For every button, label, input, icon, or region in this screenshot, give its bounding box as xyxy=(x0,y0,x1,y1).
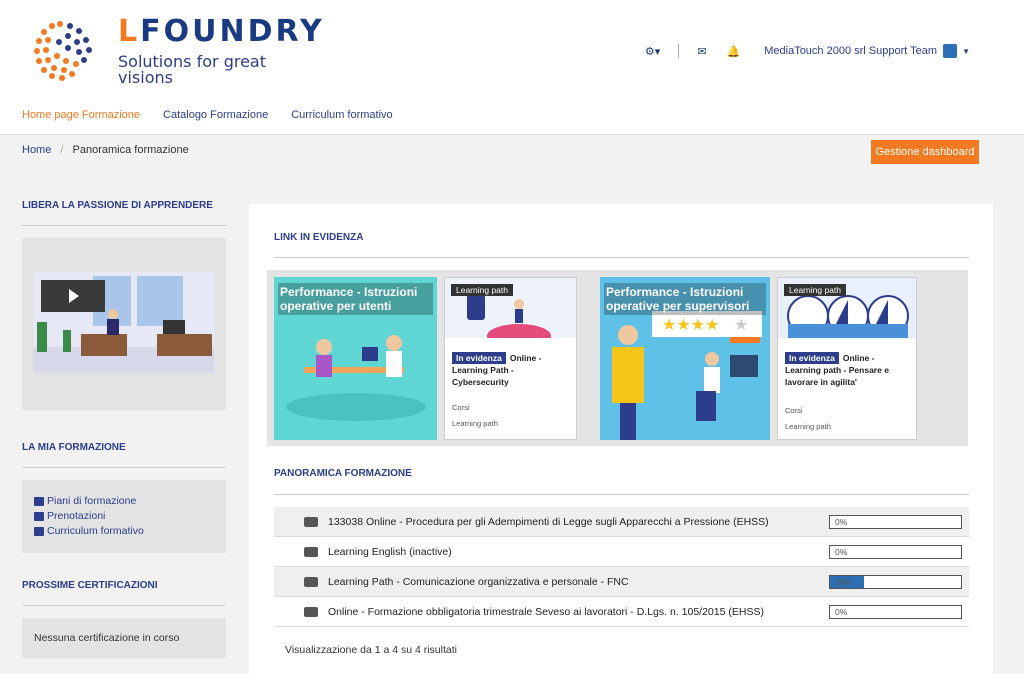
sidebar-item-piani[interactable]: Piani di formazione xyxy=(34,494,214,509)
results-summary: Visualizzazione da 1 a 4 su 4 risultati xyxy=(285,644,457,656)
user-name[interactable]: MediaTouch 2000 srl Support Team xyxy=(764,45,937,57)
course-list: 133038 Online - Procedura per gli Adempi… xyxy=(274,507,969,627)
sidebar-item-label: Piani di formazione xyxy=(47,495,137,507)
progress-bar: 0% xyxy=(829,604,962,619)
table-row[interactable]: 133038 Online - Procedura per gli Adempi… xyxy=(274,507,969,537)
logo-word-rest: FOUNDRY xyxy=(140,14,325,49)
progress-bar: 0% xyxy=(829,514,962,529)
divider xyxy=(274,257,969,258)
nav-catalogo-formazione[interactable]: Catalogo Formazione xyxy=(163,109,268,121)
breadcrumb-home[interactable]: Home xyxy=(22,144,51,156)
envelope-icon[interactable]: ✉ xyxy=(697,45,706,58)
breadcrumb: Home / Panoramica formazione xyxy=(22,144,189,156)
card-title: Performance - Istruzioni operative per s… xyxy=(604,283,766,315)
featured-carousel: Performance - Istruzioni operative per u… xyxy=(267,270,968,446)
progress-label: 0% xyxy=(835,546,848,557)
briefcase-icon xyxy=(34,496,44,506)
nav-home-formazione[interactable]: Home page Formazione xyxy=(22,109,140,121)
featured-card[interactable]: ★★★★ ★ Performance - Istruzioni operativ… xyxy=(600,277,770,440)
sidebar-item-label: Curriculum formativo xyxy=(47,525,144,537)
card-meta-type: Learning path xyxy=(452,419,498,428)
sidebar-item-label: Prenotazioni xyxy=(47,510,106,522)
logo-tagline: Solutions for great visions xyxy=(118,52,266,87)
card-body: In evidenza Online - Learning path - Pens… xyxy=(785,352,910,388)
svg-text:★: ★ xyxy=(734,315,748,334)
highlight-badge: In evidenza xyxy=(452,352,506,364)
calendar-icon xyxy=(34,511,44,521)
gear-icon[interactable]: ⚙▾ xyxy=(645,45,660,58)
overview-section-title: PANORAMICA FORMAZIONE xyxy=(274,468,412,479)
highlight-badge: In evidenza xyxy=(785,352,839,364)
course-name[interactable]: Online - Formazione obbligatoria trimest… xyxy=(328,606,829,618)
progress-bar: 26% xyxy=(829,574,962,589)
bell-icon[interactable]: 🔔 xyxy=(727,45,741,58)
course-name[interactable]: Learning English (inactive) xyxy=(328,546,829,558)
logo-wordmark: LFOUNDRY xyxy=(118,14,325,49)
card-title: Performance - Istruzioni operative per u… xyxy=(278,283,433,315)
links-section-title: LINK IN EVIDENZA xyxy=(274,232,364,243)
breadcrumb-separator: / xyxy=(60,144,64,156)
cube-icon xyxy=(304,516,318,527)
divider xyxy=(274,494,969,495)
main-nav: Home page Formazione Catalogo Formazione… xyxy=(22,109,393,121)
course-name[interactable]: Learning Path - Comunicazione organizzat… xyxy=(328,576,829,588)
main-panel: LINK IN EVIDENZA Performance - Istruzion… xyxy=(249,204,993,674)
course-name[interactable]: 133038 Online - Procedura per gli Adempi… xyxy=(328,516,829,528)
sidebar-heading-passion: LIBERA LA PASSIONE DI APPRENDERE xyxy=(22,200,226,226)
video-block xyxy=(22,238,226,410)
card-meta-type: Learning path xyxy=(785,422,831,431)
logo-icon xyxy=(34,21,92,81)
breadcrumb-current: Panoramica formazione xyxy=(72,144,189,156)
learning-path-tag: Learning path xyxy=(784,284,846,296)
svg-text:★★★★: ★★★★ xyxy=(662,315,719,334)
user-menu: ⚙▾ ✉ 🔔 MediaTouch 2000 srl Support Team … xyxy=(635,42,970,60)
sidebar: LIBERA LA PASSIONE DI APPRENDERE LA MIA … xyxy=(22,200,226,658)
sidebar-heading-certificazioni: PROSSIME CERTIFICAZIONI xyxy=(22,580,226,606)
table-row[interactable]: Learning English (inactive) 0% xyxy=(274,537,969,567)
avatar[interactable] xyxy=(943,44,958,58)
video-thumbnail[interactable] xyxy=(33,272,214,373)
certifications-empty: Nessuna certificazione in corso xyxy=(22,618,226,658)
briefcase-icon xyxy=(34,526,44,536)
header: LFOUNDRY Solutions for great visions ⚙▾ … xyxy=(0,0,1024,135)
cube-icon xyxy=(304,606,318,617)
featured-card[interactable]: Performance - Istruzioni operative per u… xyxy=(274,277,437,440)
formazione-links: Piani di formazione Prenotazioni Curricu… xyxy=(22,480,226,553)
chevron-down-icon[interactable]: ▼ xyxy=(962,47,970,56)
progress-label: 0% xyxy=(835,606,848,617)
sidebar-item-curriculum[interactable]: Curriculum formativo xyxy=(34,524,214,539)
card-meta-category: Corsi xyxy=(452,403,470,412)
divider xyxy=(678,44,680,58)
progress-label: 0% xyxy=(835,516,848,527)
play-button[interactable] xyxy=(41,280,105,312)
progress-label: 26% xyxy=(835,576,853,587)
learning-path-tag: Learning path xyxy=(451,284,513,296)
nav-curriculum-formativo[interactable]: Curriculum formativo xyxy=(291,109,392,121)
sidebar-heading-formazione: LA MIA FORMAZIONE xyxy=(22,442,226,468)
cube-icon xyxy=(304,576,318,587)
sidebar-item-prenotazioni[interactable]: Prenotazioni xyxy=(34,509,214,524)
table-row[interactable]: Online - Formazione obbligatoria trimest… xyxy=(274,597,969,627)
card-meta-category: Corsi xyxy=(785,406,803,415)
card-body: In evidenza Online - Learning Path - Cybe… xyxy=(452,352,570,388)
logo-first-letter: L xyxy=(118,14,141,49)
cube-icon xyxy=(304,546,318,557)
featured-card[interactable]: Learning path In evidenza Online - Learni… xyxy=(444,277,577,440)
table-row[interactable]: Learning Path - Comunicazione organizzat… xyxy=(274,567,969,597)
gestione-dashboard-button[interactable]: Gestione dashboard xyxy=(871,140,979,164)
featured-card[interactable]: Learning path In evidenza Online - Learni… xyxy=(777,277,917,440)
progress-bar: 0% xyxy=(829,544,962,559)
